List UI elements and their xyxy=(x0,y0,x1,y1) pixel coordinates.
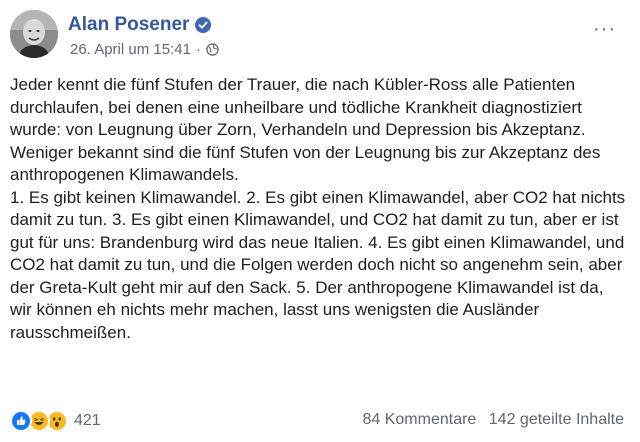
post-paragraph: Weniger bekannt sind die fünf Stufen von… xyxy=(10,142,601,185)
post-footer: 421 84 Kommentare 142 geteilte Inhalte xyxy=(10,409,630,435)
post-paragraph: Jeder kennt die fünf Stufen der Trauer, … xyxy=(10,75,586,139)
reaction-summary[interactable]: 421 xyxy=(10,409,101,433)
author-avatar[interactable] xyxy=(10,10,58,58)
like-icon xyxy=(10,410,32,432)
reaction-count[interactable]: 421 xyxy=(74,412,101,430)
shares-count-link[interactable]: 142 geteilte Inhalte xyxy=(489,411,624,428)
post-header: Alan Posener 26. April um 15:41 · ··· xyxy=(10,10,630,62)
meta-separator: · xyxy=(195,41,201,58)
verified-badge-icon xyxy=(195,17,212,33)
post-paragraph: 1. Es gibt keinen Klimawandel. 2. Es gib… xyxy=(10,187,626,342)
engagement-summary: 84 Kommentare 142 geteilte Inhalte xyxy=(362,411,624,429)
post-body: Jeder kennt die fünf Stufen der Trauer, … xyxy=(10,74,626,344)
globe-icon[interactable] xyxy=(206,43,219,56)
author-name[interactable]: Alan Posener xyxy=(68,14,189,36)
more-options-icon[interactable]: ··· xyxy=(593,19,616,39)
comments-count-link[interactable]: 84 Kommentare xyxy=(362,411,476,428)
facebook-post: Alan Posener 26. April um 15:41 · ··· Je… xyxy=(0,0,640,442)
post-timestamp[interactable]: 26. April um 15:41 xyxy=(70,41,191,58)
post-meta: 26. April um 15:41 · xyxy=(70,41,219,58)
author-row: Alan Posener xyxy=(68,14,212,36)
